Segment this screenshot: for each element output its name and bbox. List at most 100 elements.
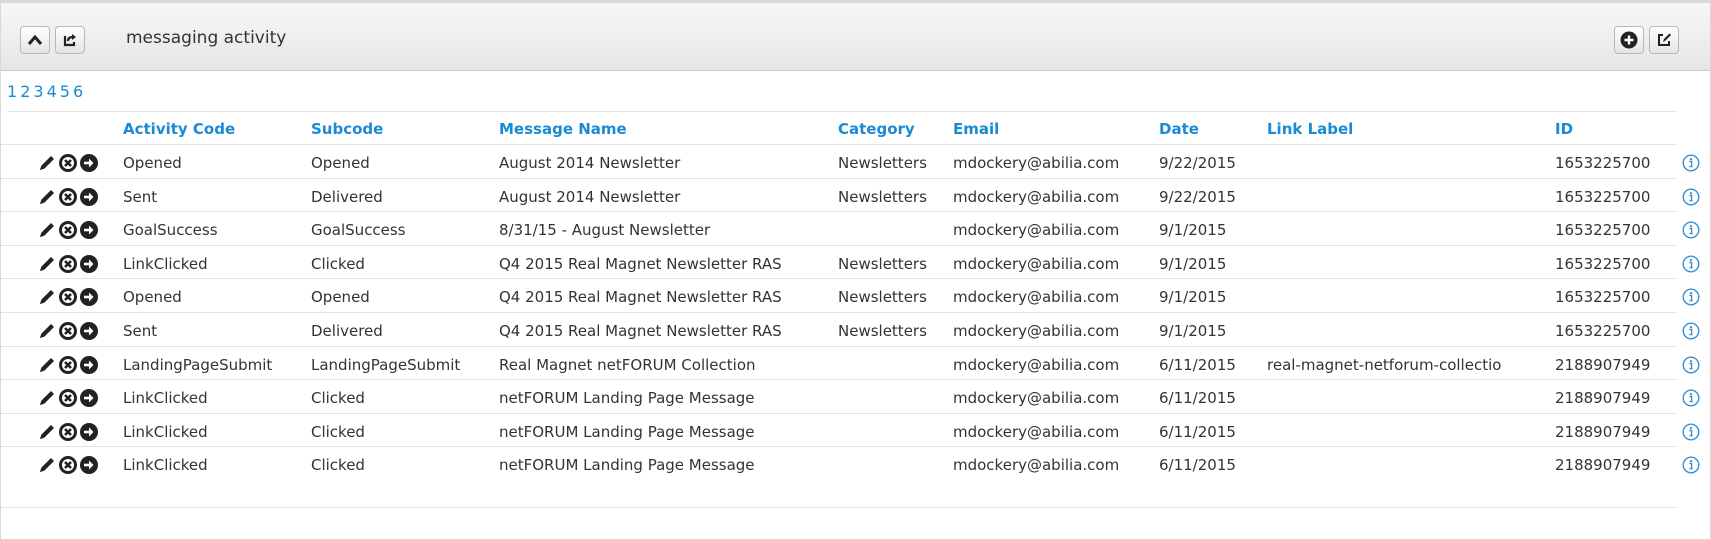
table-row: Opened Opened August 2014 Newsletter Newsle…: [1, 144, 1700, 181]
category-cell: Newsletters: [838, 254, 927, 273]
column-header-activity-code[interactable]: Activity Code: [123, 111, 303, 147]
go-arrow-circle-icon[interactable]: [79, 153, 99, 173]
info-circle-icon[interactable]: [1682, 255, 1700, 273]
link-label-cell: real-magnet-netforum-collectio: [1267, 355, 1502, 374]
share-button[interactable]: [55, 26, 85, 54]
remove-circle-icon[interactable]: [58, 287, 78, 307]
edit-icon: [1656, 32, 1672, 48]
go-arrow-circle-icon[interactable]: [79, 388, 99, 408]
pencil-edit-icon[interactable]: [37, 455, 57, 475]
page-link-1[interactable]: 1: [7, 82, 17, 101]
id-cell: 1653225700: [1555, 187, 1651, 206]
panel-header: messaging activity: [1, 3, 1710, 71]
subcode-cell: Clicked: [311, 254, 365, 273]
message-name-cell: netFORUM Landing Page Message: [499, 389, 755, 408]
activity-code-cell: LinkClicked: [123, 389, 208, 408]
column-header-subcode[interactable]: Subcode: [311, 111, 491, 147]
collapse-button[interactable]: [20, 26, 50, 54]
table-header-row: Activity Code Subcode Message Name Categ…: [1, 111, 1677, 148]
category-cell: Newsletters: [838, 288, 927, 307]
page-link-3[interactable]: 3: [33, 82, 43, 101]
remove-circle-icon[interactable]: [58, 355, 78, 375]
link-label-cell: [1267, 145, 1517, 181]
go-arrow-circle-icon[interactable]: [79, 321, 99, 341]
remove-circle-icon[interactable]: [58, 220, 78, 240]
date-cell: 9/22/2015: [1159, 187, 1236, 206]
email-cell: mdockery@abilia.com: [953, 254, 1120, 273]
category-cell: [838, 347, 948, 383]
link-label-cell: [1267, 380, 1517, 416]
row-actions: [37, 220, 99, 240]
remove-circle-icon[interactable]: [58, 388, 78, 408]
email-cell: mdockery@abilia.com: [953, 221, 1120, 240]
date-cell: 9/1/2015: [1159, 322, 1227, 340]
link-label-cell: [1267, 414, 1517, 450]
info-circle-icon[interactable]: [1682, 456, 1700, 474]
row-actions: [37, 153, 99, 173]
date-cell: 9/1/2015: [1159, 221, 1227, 240]
column-header-message-name[interactable]: Message Name: [499, 111, 834, 147]
info-circle-icon[interactable]: [1682, 221, 1700, 239]
table-row: GoalSuccess GoalSuccess 8/31/15 - August N…: [1, 211, 1700, 248]
go-arrow-circle-icon[interactable]: [79, 187, 99, 207]
table-row: LinkClicked Clicked netFORUM Landing Page …: [1, 379, 1700, 416]
column-header-email[interactable]: Email: [953, 111, 1153, 147]
pencil-edit-icon[interactable]: [37, 187, 57, 207]
activity-code-cell: LinkClicked: [123, 456, 208, 475]
link-label-cell: [1267, 179, 1517, 215]
go-arrow-circle-icon[interactable]: [79, 355, 99, 375]
page-link-5[interactable]: 5: [60, 82, 70, 101]
messaging-activity-panel: messaging activity 123456 Activity Code …: [0, 0, 1711, 540]
go-arrow-circle-icon[interactable]: [79, 287, 99, 307]
info-circle-icon[interactable]: [1682, 288, 1700, 306]
go-arrow-circle-icon[interactable]: [79, 422, 99, 442]
go-arrow-circle-icon[interactable]: [79, 220, 99, 240]
go-arrow-circle-icon[interactable]: [79, 455, 99, 475]
info-circle-icon[interactable]: [1682, 356, 1700, 374]
link-label-cell: [1267, 447, 1517, 483]
subcode-cell: Opened: [311, 288, 370, 307]
pencil-edit-icon[interactable]: [37, 287, 57, 307]
row-actions: [37, 355, 99, 375]
category-cell: [838, 212, 948, 248]
pencil-edit-icon[interactable]: [37, 388, 57, 408]
page-link-2[interactable]: 2: [20, 82, 30, 101]
subcode-cell: Clicked: [311, 456, 365, 475]
column-header-id[interactable]: ID: [1555, 111, 1665, 147]
info-circle-icon[interactable]: [1682, 389, 1700, 407]
page-link-4[interactable]: 4: [47, 82, 57, 101]
info-circle-icon[interactable]: [1682, 154, 1700, 172]
go-arrow-circle-icon[interactable]: [79, 254, 99, 274]
table-row: LinkClicked Clicked Q4 2015 Real Magnet Ne…: [1, 244, 1700, 282]
date-cell: 6/11/2015: [1159, 422, 1236, 441]
remove-circle-icon[interactable]: [58, 187, 78, 207]
pencil-edit-icon[interactable]: [37, 254, 57, 274]
date-cell: 6/11/2015: [1159, 355, 1236, 374]
edit-button[interactable]: [1649, 26, 1679, 54]
date-cell: 9/22/2015: [1159, 154, 1236, 172]
remove-circle-icon[interactable]: [58, 321, 78, 341]
column-header-category[interactable]: Category: [838, 111, 948, 147]
table-row: LinkClicked Clicked netFORUM Landing Page …: [1, 446, 1700, 483]
info-circle-icon[interactable]: [1682, 322, 1700, 340]
remove-circle-icon[interactable]: [58, 153, 78, 173]
pencil-edit-icon[interactable]: [37, 355, 57, 375]
info-circle-icon[interactable]: [1682, 423, 1700, 441]
info-circle-icon[interactable]: [1682, 188, 1700, 206]
pencil-edit-icon[interactable]: [37, 422, 57, 442]
column-header-link-label[interactable]: Link Label: [1267, 111, 1517, 147]
id-cell: 2188907949: [1555, 456, 1651, 475]
row-actions: [37, 388, 99, 408]
remove-circle-icon[interactable]: [58, 254, 78, 274]
plus-circle-icon: [1620, 31, 1638, 49]
pencil-edit-icon[interactable]: [37, 220, 57, 240]
pencil-edit-icon[interactable]: [37, 153, 57, 173]
add-button[interactable]: [1614, 26, 1644, 54]
pencil-edit-icon[interactable]: [37, 321, 57, 341]
remove-circle-icon[interactable]: [58, 422, 78, 442]
column-header-date[interactable]: Date: [1159, 111, 1259, 147]
id-cell: 2188907949: [1555, 355, 1651, 374]
page-link-6[interactable]: 6: [73, 82, 83, 101]
remove-circle-icon[interactable]: [58, 455, 78, 475]
id-cell: 1653225700: [1555, 221, 1651, 240]
